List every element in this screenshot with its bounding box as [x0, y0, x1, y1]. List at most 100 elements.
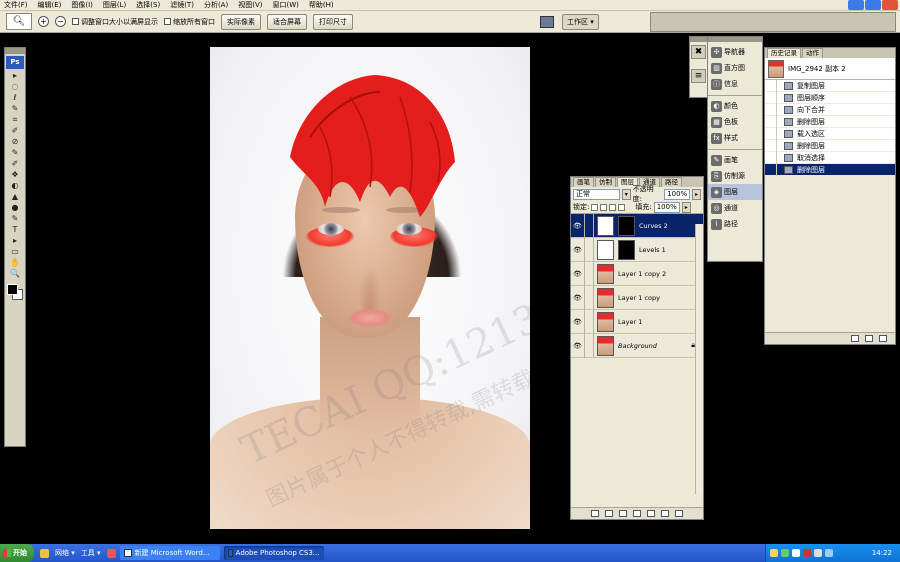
- history-brush-source[interactable]: [765, 79, 777, 92]
- tab-history[interactable]: 历史记录: [767, 48, 801, 58]
- history-brush-source[interactable]: [765, 103, 777, 116]
- foreground-color-swatch[interactable]: [7, 284, 18, 295]
- tray-security-icon[interactable]: [803, 549, 811, 557]
- history-item[interactable]: 复制图层: [765, 79, 895, 92]
- hand-tool-icon[interactable]: ✋: [8, 258, 22, 268]
- lock-transparent-icon[interactable]: [591, 203, 599, 211]
- link-layers-icon[interactable]: [591, 510, 599, 517]
- path-select-tool-icon[interactable]: ▸: [8, 236, 22, 246]
- document-canvas[interactable]: TECAI QQ:121302383 图片属于个人不得转载,需转载请联系: [210, 47, 530, 529]
- history-item[interactable]: 删除图层: [765, 139, 895, 152]
- menu-window[interactable]: 窗口(W): [272, 0, 298, 11]
- clone-source-palette[interactable]: ⎘ 仿制源: [708, 168, 762, 184]
- close-button[interactable]: [882, 0, 898, 10]
- history-item[interactable]: 取消选择: [765, 151, 895, 164]
- history-brush-tool-icon[interactable]: ❖: [8, 170, 22, 180]
- layer-link-slot[interactable]: [585, 237, 594, 262]
- layer-row-levels-1[interactable]: 👁︎ Levels 1: [571, 237, 703, 262]
- paths-palette[interactable]: ⌇ 路径: [708, 216, 762, 232]
- brush-tool-icon[interactable]: ✎: [8, 148, 22, 158]
- layer-link-slot[interactable]: [585, 213, 594, 238]
- taskbar-photoshop-button[interactable]: Adobe Photoshop CS3...: [223, 546, 324, 560]
- layer-row-layer-1-copy-2[interactable]: 👁︎ Layer 1 copy 2: [571, 261, 703, 286]
- tray-network-icon[interactable]: [781, 549, 789, 557]
- history-brush-source[interactable]: [765, 127, 777, 140]
- menu-layer[interactable]: 图层(L): [103, 0, 126, 11]
- fill-arrow-icon[interactable]: ▸: [681, 201, 691, 213]
- zoom-in-icon[interactable]: +: [38, 16, 49, 27]
- layers-scrollbar[interactable]: [695, 224, 703, 494]
- resize-windows-checkbox[interactable]: 调整窗口大小以满屏显示: [72, 17, 158, 27]
- tray-volume-icon[interactable]: [814, 549, 822, 557]
- layer-style-icon[interactable]: [605, 510, 613, 517]
- visibility-eye-icon[interactable]: 👁︎: [571, 237, 585, 262]
- zoom-tool-icon[interactable]: 🔍: [8, 269, 22, 279]
- tab-clone[interactable]: 仿制: [595, 177, 616, 187]
- toolbox-handle[interactable]: [5, 48, 25, 54]
- menu-file[interactable]: 文件(F): [4, 0, 28, 11]
- trash-icon[interactable]: [675, 510, 683, 517]
- navigator-palette[interactable]: ✣ 导航器: [708, 44, 762, 60]
- marquee-tool-icon[interactable]: ◌: [8, 82, 22, 92]
- channels-palette[interactable]: ◎ 通道: [708, 200, 762, 216]
- workspace-menu[interactable]: 工作区 ▾: [562, 14, 599, 30]
- visibility-eye-icon[interactable]: 👁︎: [571, 285, 585, 310]
- panel-menu-icon[interactable]: ≡: [691, 69, 706, 83]
- minimize-button[interactable]: [848, 0, 864, 10]
- fit-screen-button[interactable]: 适合屏幕: [267, 13, 307, 30]
- type-tool-icon[interactable]: T: [8, 225, 22, 235]
- restore-button[interactable]: [865, 0, 881, 10]
- adjustment-layer-icon[interactable]: [633, 510, 641, 517]
- tab-paths[interactable]: 路径: [661, 177, 682, 187]
- zoom-out-icon[interactable]: −: [55, 16, 66, 27]
- lock-position-icon[interactable]: [609, 203, 617, 211]
- tray-misc-icon[interactable]: [825, 549, 833, 557]
- layer-row-layer-1[interactable]: 👁︎ Layer 1: [571, 309, 703, 334]
- visibility-eye-icon[interactable]: 👁︎: [571, 261, 585, 286]
- new-document-icon[interactable]: [851, 335, 859, 342]
- color-swatches[interactable]: [6, 283, 24, 301]
- history-snapshot[interactable]: IMG_2942 副本 2: [765, 58, 895, 80]
- layer-row-background[interactable]: 👁︎ Background 🔒︎: [571, 333, 703, 358]
- brushes-palette[interactable]: ✎ 画笔: [708, 152, 762, 168]
- history-brush-source[interactable]: [765, 163, 777, 176]
- tray-app-icon[interactable]: [792, 549, 800, 557]
- menu-help[interactable]: 帮助(H): [309, 0, 334, 11]
- crop-tool-icon[interactable]: ⌗: [8, 115, 22, 125]
- layer-link-slot[interactable]: [585, 309, 594, 334]
- add-mask-icon[interactable]: [619, 510, 627, 517]
- new-snapshot-icon[interactable]: [865, 335, 873, 342]
- history-item-selected[interactable]: 删除图层: [765, 163, 895, 176]
- color-palette[interactable]: ◐ 颜色: [708, 98, 762, 114]
- move-tool-icon[interactable]: ▸: [8, 71, 22, 81]
- history-brush-source[interactable]: [765, 91, 777, 104]
- tools-toolbar[interactable]: 工具 ▾: [81, 548, 101, 558]
- trash-icon[interactable]: [879, 335, 887, 342]
- info-palette[interactable]: ⓘ 信息: [708, 76, 762, 92]
- lock-all-icon[interactable]: [618, 203, 626, 211]
- history-brush-source[interactable]: [765, 139, 777, 152]
- menu-filter[interactable]: 滤镜(T): [170, 0, 194, 11]
- actual-pixels-button[interactable]: 实际像素: [221, 13, 261, 30]
- lock-pixels-icon[interactable]: [600, 203, 608, 211]
- panel-handle[interactable]: [690, 37, 707, 42]
- eraser-tool-icon[interactable]: ◐: [8, 181, 22, 191]
- history-item[interactable]: 向下合并: [765, 103, 895, 116]
- taskbar-word-button[interactable]: 新建 Microsoft Word...: [119, 546, 220, 560]
- gradient-tool-icon[interactable]: ▲: [8, 192, 22, 202]
- layer-link-slot[interactable]: [585, 261, 594, 286]
- tools-icon[interactable]: ✖: [691, 45, 706, 59]
- layer-row-curves-2[interactable]: 👁︎ Curves 2: [571, 213, 703, 238]
- browser-icon[interactable]: [106, 548, 116, 558]
- history-brush-source[interactable]: [765, 151, 777, 164]
- desktop-icon[interactable]: [40, 548, 49, 558]
- tool-preset-picker[interactable]: 🔍︎: [6, 13, 32, 30]
- ps-logo[interactable]: Ps: [6, 56, 24, 69]
- menu-select[interactable]: 选择(S): [136, 0, 160, 11]
- dodge-tool-icon[interactable]: ●: [8, 203, 22, 213]
- lasso-tool-icon[interactable]: ℓ: [8, 93, 22, 103]
- swatches-palette[interactable]: ▦ 色板: [708, 114, 762, 130]
- opacity-input[interactable]: 100%: [664, 188, 691, 200]
- menu-analysis[interactable]: 分析(A): [204, 0, 228, 11]
- clone-stamp-tool-icon[interactable]: ✐: [8, 159, 22, 169]
